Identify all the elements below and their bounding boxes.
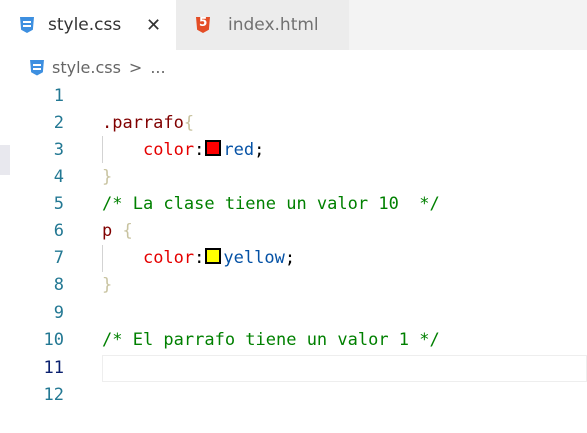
code-line: 4} — [0, 164, 587, 191]
line-number: 3 — [53, 140, 64, 160]
code-line: 5 /* La clase tiene un valor 10 */ — [0, 191, 587, 218]
code-line: 10 /* El parrafo tiene un valor 1 */ — [0, 327, 587, 354]
tab-style-css[interactable]: style.css ✕ — [0, 0, 176, 50]
color-swatch-yellow[interactable] — [205, 248, 222, 264]
breadcrumb: style.css > ... — [30, 58, 166, 77]
line-number: 11 — [43, 358, 64, 378]
colon: : — [194, 140, 205, 160]
css-property: color — [142, 140, 195, 160]
code-line: 7 color: yellow; — [0, 245, 587, 272]
line-number: 12 — [43, 385, 64, 405]
code-line: 1 — [0, 83, 587, 110]
css-icon — [30, 59, 44, 76]
tab-bar: style.css ✕ index.html — [0, 0, 587, 50]
css-selector: p — [102, 221, 123, 241]
line-number: 10 — [43, 330, 64, 350]
color-swatch-red[interactable] — [205, 140, 222, 156]
line-number: 4 — [53, 167, 64, 187]
css-property: color — [142, 248, 195, 268]
code-line: 12 — [0, 382, 587, 409]
code-line: 9 — [0, 300, 587, 327]
comment: /* El parrafo tiene un valor 1 */ — [102, 330, 440, 350]
breadcrumb-more[interactable]: ... — [150, 58, 165, 77]
code-line-current: 11 — [0, 355, 587, 382]
css-icon — [20, 17, 34, 33]
close-icon[interactable]: ✕ — [146, 15, 161, 36]
css-value: red — [223, 140, 255, 160]
code-line: 8} — [0, 272, 587, 299]
colon: : — [194, 248, 205, 268]
tab-label: index.html — [228, 15, 319, 35]
code-line: 2 .parrafo{ — [0, 110, 587, 137]
breadcrumb-file[interactable]: style.css — [52, 58, 121, 77]
line-number: 6 — [53, 221, 64, 241]
comment: /* La clase tiene un valor 10 */ — [102, 194, 440, 214]
semicolon: ; — [254, 140, 265, 160]
code-line: 6 p { — [0, 218, 587, 245]
line-number: 8 — [53, 275, 64, 295]
css-value: yellow — [223, 248, 285, 268]
line-number: 1 — [53, 86, 64, 106]
css-selector: .parrafo — [102, 113, 184, 133]
html5-icon — [196, 17, 210, 33]
line-number: 7 — [53, 248, 64, 268]
tab-index-html[interactable]: index.html — [176, 0, 349, 50]
line-number: 2 — [53, 113, 64, 133]
semicolon: ; — [284, 248, 296, 268]
brace: { — [122, 221, 133, 241]
line-number: 9 — [53, 303, 64, 323]
current-line-highlight[interactable] — [102, 355, 587, 382]
tab-label: style.css — [48, 15, 122, 35]
brace: } — [102, 167, 113, 187]
breadcrumb-separator: > — [128, 58, 143, 77]
line-number: 5 — [53, 194, 64, 214]
code-line: 3 color: red; — [0, 137, 587, 164]
brace: } — [102, 275, 113, 295]
brace: { — [183, 113, 195, 133]
